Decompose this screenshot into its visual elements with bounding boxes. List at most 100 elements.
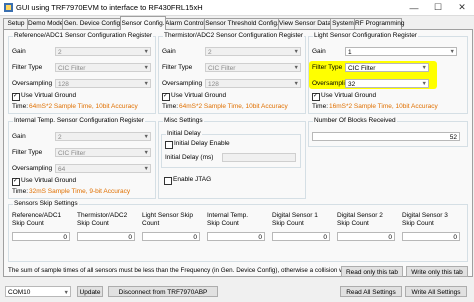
skip-count-label-line1: Reference/ADC1 (12, 212, 62, 219)
oversampling-select[interactable]: 128 ▼ (55, 79, 151, 88)
sample-time-status: 64mS*2 Sample Time, 10bit Accuracy (179, 103, 288, 110)
virtual-ground-label: Use Virtual Ground (21, 92, 77, 99)
virtual-ground-label: Use Virtual Ground (321, 92, 377, 99)
write-only-tab-button[interactable]: Write only this tab (406, 266, 468, 277)
initial-delay-input[interactable] (222, 153, 296, 162)
skip-count-input[interactable]: 0 (142, 232, 200, 241)
time-label: Time: (12, 188, 29, 195)
skip-title: Sensors Skip Settings (13, 200, 79, 207)
chevron-down-icon: ▼ (421, 65, 427, 71)
virtual-ground-checkbox[interactable] (12, 177, 20, 186)
filter-type-value: CIC Filter (58, 65, 86, 72)
chevron-down-icon: ▼ (143, 49, 149, 55)
time-label: Time: (12, 103, 29, 110)
skip-count-label-line1: Light Sensor Skip (142, 212, 193, 219)
initial-delay-label: Initial Delay (ms) (165, 154, 214, 161)
close-button[interactable]: ✕ (450, 0, 474, 15)
initial-delay-enable-checkbox[interactable] (165, 141, 173, 149)
virtual-ground-checkbox[interactable] (12, 92, 20, 101)
tab-setup[interactable]: Setup (3, 18, 29, 29)
skip-count-label-line2: Skip Count (77, 220, 109, 227)
tab-rf-programming[interactable]: RF Programming (354, 18, 404, 29)
oversampling-value: 128 (208, 81, 219, 88)
filter-type-value: CIC Filter (208, 65, 236, 72)
tab-sensor-config[interactable]: Sensor Config. (120, 16, 166, 30)
minimize-button[interactable]: — (402, 0, 426, 15)
app-icon (4, 3, 13, 12)
collision-note: The sum of sample times of all sensors m… (8, 267, 367, 274)
tab-system[interactable]: System (330, 18, 356, 29)
tab-gen-device-config[interactable]: Gen. Device Config (62, 18, 122, 29)
gain-value: 2 (208, 49, 212, 56)
gain-label: Gain (12, 48, 26, 55)
skip-count-input[interactable]: 0 (12, 232, 70, 241)
gain-select[interactable]: 1 ▼ (345, 47, 457, 56)
tab-sensor-threshold-config[interactable]: Sensor Threshold Config. (204, 18, 280, 29)
filter-type-label: Filter Type (12, 64, 43, 71)
oversampling-select[interactable]: 64 ▼ (55, 164, 151, 173)
filter-type-select[interactable]: CIC Filter ▼ (205, 63, 301, 72)
sample-time-status: 16mS*2 Sample Time, 10bit Accuracy (329, 103, 438, 110)
oversampling-label: Oversampling (162, 80, 203, 87)
tab-view-sensor-data[interactable]: View Sensor Data (278, 18, 332, 29)
title-bar: GUI using TRF7970EVM to interface to RF4… (0, 0, 474, 16)
oversampling-value: 128 (58, 81, 69, 88)
oversampling-label: Oversampling (12, 165, 53, 172)
disconnect-button[interactable]: Disconnect from TRF7970ABP (108, 286, 218, 297)
enable-jtag-checkbox[interactable] (164, 177, 172, 185)
oversampling-select[interactable]: 32 ▼ (345, 79, 429, 88)
skip-count-input[interactable]: 0 (402, 232, 460, 241)
read-only-tab-button[interactable]: Read only this tab (341, 266, 403, 277)
chevron-down-icon: ▼ (421, 81, 427, 87)
skip-count-label-line2: Skip Count (402, 220, 434, 227)
time-label: Time: (162, 103, 179, 110)
filter-type-label: Filter Type (312, 64, 343, 71)
com-port-select[interactable]: COM10 ▼ (5, 286, 71, 297)
virtual-ground-checkbox[interactable] (162, 92, 170, 101)
therm-adc2-group: Thermistor/ADC2 Sensor Configuration Reg… (158, 32, 306, 114)
skip-count-input[interactable]: 0 (272, 232, 330, 241)
skip-count-label-line2: Count (142, 220, 160, 227)
skip-settings-group: Sensors Skip Settings Reference/ADC1 Skip… (8, 200, 468, 262)
filter-type-select[interactable]: CIC Filter ▼ (55, 148, 151, 157)
gain-value: 2 (58, 134, 62, 141)
gain-select[interactable]: 2 ▼ (205, 47, 301, 56)
virtual-ground-label: Use Virtual Ground (21, 177, 77, 184)
skip-count-label-line1: Digital Sensor 3 (402, 212, 448, 219)
internal-temp-group: Internal Temp. Sensor Configuration Regi… (8, 117, 156, 199)
write-all-settings-button[interactable]: Write All Settings (405, 286, 467, 297)
enable-jtag-label: Enable JTAG (173, 176, 212, 183)
gain-label: Gain (12, 133, 26, 140)
update-button[interactable]: Update (77, 286, 103, 297)
skip-count-input[interactable]: 0 (207, 232, 265, 241)
maximize-button[interactable]: ☐ (426, 0, 450, 15)
filter-type-select[interactable]: CIC Filter ▼ (345, 63, 429, 72)
misc-title: Misc Settings (163, 117, 204, 124)
chevron-down-icon: ▼ (143, 150, 149, 156)
gain-value: 2 (58, 49, 62, 56)
filter-type-value: CIC Filter (348, 65, 376, 72)
virtual-ground-checkbox[interactable] (312, 92, 320, 101)
chevron-down-icon: ▼ (293, 65, 299, 71)
blocks-title: Number Of Blocks Received (313, 117, 397, 124)
chevron-down-icon: ▼ (449, 49, 455, 55)
gain-select[interactable]: 2 ▼ (55, 47, 151, 56)
skip-count-label-line1: Internal Temp. (207, 212, 249, 219)
chevron-down-icon: ▼ (293, 81, 299, 87)
oversampling-select[interactable]: 128 ▼ (205, 79, 301, 88)
chevron-down-icon: ▼ (143, 134, 149, 140)
skip-count-input[interactable]: 0 (77, 232, 135, 241)
oversampling-value: 64 (58, 166, 66, 173)
chevron-down-icon: ▼ (293, 49, 299, 55)
com-port-value: COM10 (8, 289, 31, 296)
skip-count-input[interactable]: 0 (337, 232, 395, 241)
virtual-ground-label: Use Virtual Ground (171, 92, 227, 99)
tab-demo-mode[interactable]: Demo Mode (27, 18, 64, 29)
read-all-settings-button[interactable]: Read All Settings (340, 286, 402, 297)
filter-type-label: Filter Type (162, 64, 193, 71)
tab-alarm-control[interactable]: Alarm Control (164, 18, 206, 29)
initial-delay-group: Initial Delay Initial Delay Enable Initi… (161, 130, 301, 168)
filter-type-select[interactable]: CIC Filter ▼ (55, 63, 151, 72)
gain-select[interactable]: 2 ▼ (55, 132, 151, 141)
oversampling-value: 32 (348, 81, 356, 88)
